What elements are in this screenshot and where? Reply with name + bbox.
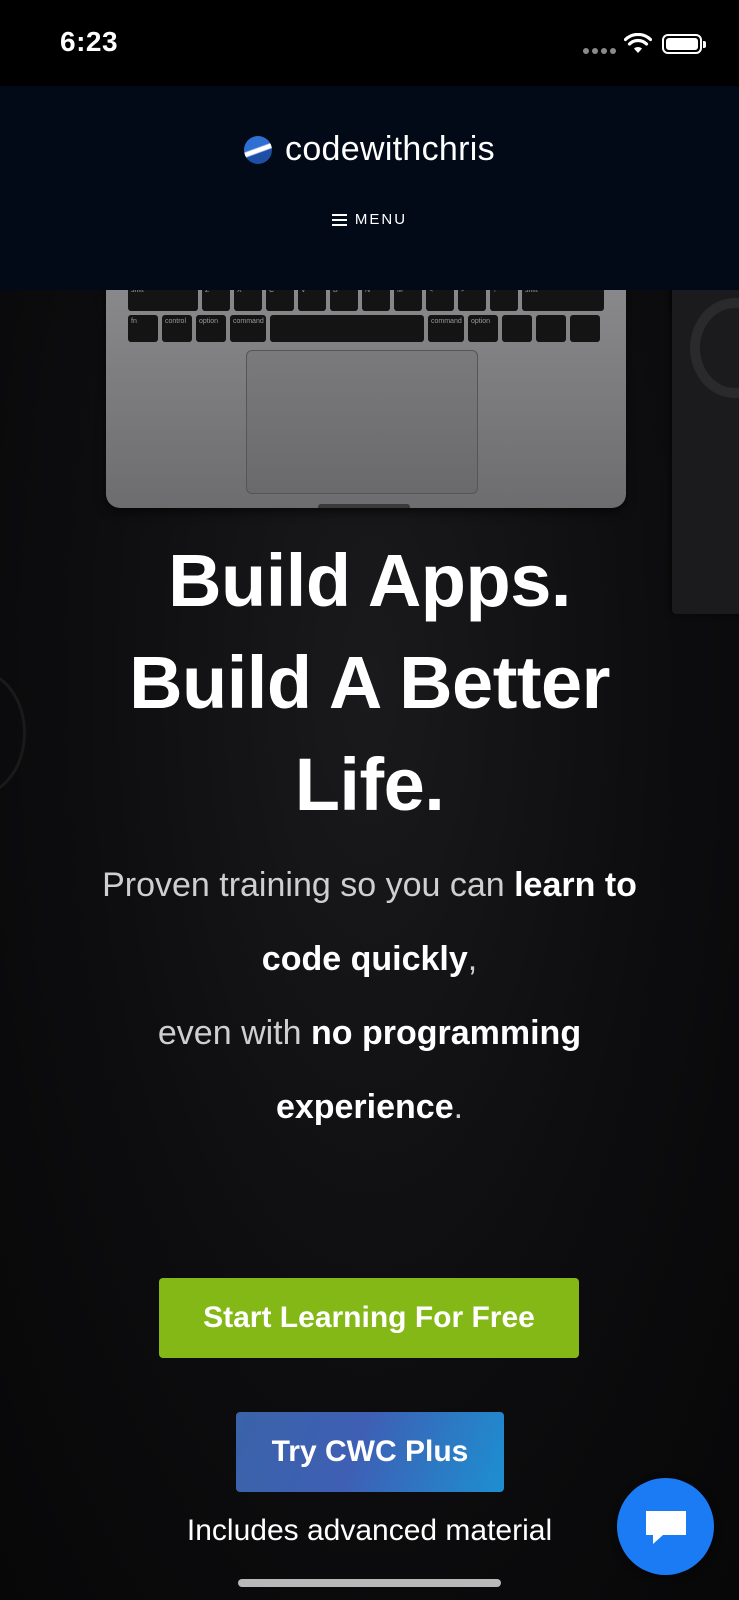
key: option xyxy=(468,315,498,342)
chat-button[interactable] xyxy=(617,1478,714,1575)
background-object xyxy=(0,670,26,796)
key: command xyxy=(428,315,464,342)
sub-text: Proven training so you can xyxy=(102,866,515,904)
menu-label: MENU xyxy=(354,211,408,228)
sub-text: , xyxy=(467,940,478,978)
key: control xyxy=(162,315,192,342)
arrow-key xyxy=(536,315,566,342)
brand-logo[interactable]: codewithchris xyxy=(0,130,739,169)
menu-button[interactable]: MENU xyxy=(0,211,739,228)
key: shift xyxy=(522,290,604,311)
spacebar-key xyxy=(270,315,424,342)
cwc-plus-note: Includes advanced material xyxy=(186,1514,553,1547)
key: ? xyxy=(490,290,518,311)
status-time: 6:23 xyxy=(60,26,119,57)
key: M xyxy=(394,290,422,311)
arrow-key xyxy=(502,315,532,342)
key: command xyxy=(230,315,266,342)
try-cwc-plus-button[interactable]: Try CWC Plus xyxy=(236,1412,504,1492)
wifi-icon xyxy=(624,33,652,53)
start-learning-button[interactable]: Start Learning For Free xyxy=(159,1278,579,1358)
hero-section: shift Z X C V B N M < > ? shift fn contr… xyxy=(0,290,739,1600)
arrow-key xyxy=(570,315,600,342)
laptop-image: shift Z X C V B N M < > ? shift fn contr… xyxy=(106,290,626,508)
hamburger-icon xyxy=(331,213,347,226)
key: V xyxy=(298,290,326,311)
key: shift xyxy=(128,290,198,311)
chat-bubble-icon xyxy=(645,1510,686,1544)
status-bar: 6:23 xyxy=(0,0,739,86)
key: C xyxy=(266,290,294,311)
laptop-notch xyxy=(318,504,410,508)
sub-text: even with xyxy=(157,1014,311,1052)
hero-headline: Build Apps. Build A Better Life. xyxy=(60,530,679,836)
key: > xyxy=(458,290,486,311)
sub-bold: no programming experience xyxy=(275,1014,582,1126)
sub-text: . xyxy=(453,1088,464,1126)
logo-icon xyxy=(244,135,273,164)
touchpad xyxy=(246,350,478,494)
key: N xyxy=(362,290,390,311)
home-indicator xyxy=(238,1579,501,1587)
battery-icon xyxy=(662,34,706,54)
key: option xyxy=(196,315,226,342)
headline-line: Life. xyxy=(294,743,445,826)
key: fn xyxy=(128,315,158,342)
key: Z xyxy=(202,290,230,311)
headline-line: Build A Better xyxy=(129,641,610,724)
cellular-signal-icon xyxy=(583,48,617,54)
key: X xyxy=(234,290,262,311)
site-header: codewithchris MENU xyxy=(0,86,739,290)
brand-name: codewithchris xyxy=(285,130,495,168)
key: < xyxy=(426,290,454,311)
headline-line: Build Apps. xyxy=(168,539,571,622)
hero-subheadline: Proven training so you can learn to code… xyxy=(60,848,679,1144)
keyboard: shift Z X C V B N M < > ? shift fn contr… xyxy=(128,290,604,346)
key: B xyxy=(330,290,358,311)
